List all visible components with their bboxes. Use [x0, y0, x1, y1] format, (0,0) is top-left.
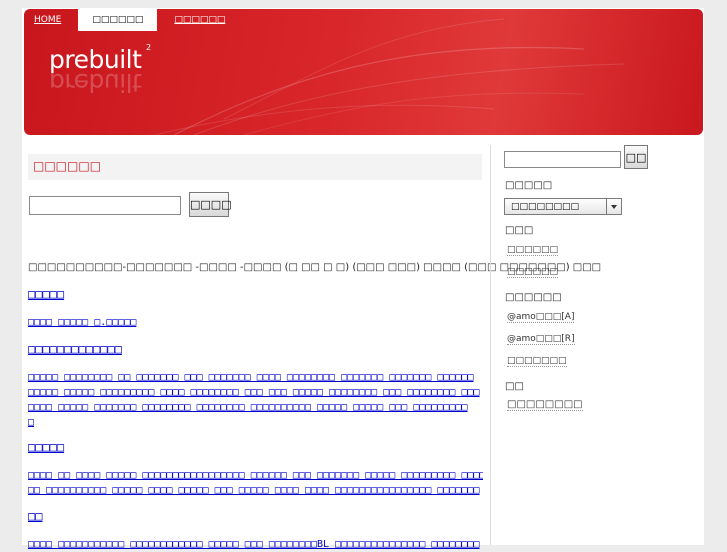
section-heading-link[interactable]: □□	[28, 509, 483, 524]
section-heading-link[interactable]: □□□□□□□□□□□□□	[28, 342, 483, 357]
link-line: □□□□□□□□□□□□□	[28, 342, 122, 356]
sidebar-section-heading: □□	[505, 381, 524, 392]
link-line: □□□□ □□□□□ □.□□□□□	[28, 317, 137, 328]
link-line: □□□□□ □□□□□□□□ □□ □□□□□□□ □□□ □□□□□□□ □□…	[28, 372, 474, 383]
sidebar-section-heading: □□□□□	[505, 180, 553, 191]
page-title: □□□□□□	[33, 159, 102, 173]
sidebar-link[interactable]: @amo□□□[A]	[507, 312, 575, 323]
link-line: □□	[28, 509, 43, 523]
chevron-down-icon[interactable]	[606, 199, 621, 214]
article-link[interactable]: □□□□ □□□□□ □.□□□□□	[28, 315, 483, 330]
main-search-input[interactable]	[29, 196, 181, 215]
section-heading-link[interactable]: □□□□□	[28, 287, 483, 302]
sidebar-link[interactable]: @amo□□□[R]	[507, 334, 575, 345]
sidebar-section-heading: □□□□□□	[505, 292, 562, 303]
top-nav: HOME □□□□□□ □□□□□□	[24, 9, 235, 31]
sidebar-select-value: □□□□□□□□	[511, 202, 580, 212]
nav-tab-other[interactable]: □□□□□□	[164, 9, 235, 31]
page-title-bar: □□□□□□	[28, 154, 482, 180]
link-line: □□□□ □□□□□ □□□□□□□ □□□□□□□□ □□□□□□□□ □□□…	[28, 402, 468, 413]
article-link[interactable]: □□□□ □□ □□□□ □□□□□ □□□□□□□□□□□□□□□□□ □□□…	[28, 468, 483, 498]
sidebar-link[interactable]: □□□□□□	[507, 245, 559, 256]
sidebar-link[interactable]: □□□□□□	[507, 267, 559, 278]
sidebar-link[interactable]: □□□□□□□□	[507, 399, 583, 411]
link-line: □□ □□□□□□□□□□ □□□□□ □□□□ □□□□□ □□□ □□□□□…	[28, 485, 480, 496]
sidebar-link[interactable]: □□□□□□□	[507, 356, 567, 367]
sidebar-search-input[interactable]	[504, 151, 621, 168]
sidebar-section-heading: □□□	[505, 225, 534, 236]
link-line: □□□□□ □□□□□ □□□□□□□□□ □□□□ □□□□□□□□ □□□ …	[28, 387, 480, 398]
page-description: □□□□□□□□□□-□□□□□□□ -□□□□ -□□□□ (□ □□ □ □…	[28, 262, 602, 273]
link-line: □	[28, 417, 35, 428]
sidebar-select[interactable]: □□□□□□□□	[504, 198, 622, 215]
sidebar-search-button[interactable]: □□	[624, 145, 648, 169]
sidebar-divider	[490, 145, 491, 545]
site-logo-reflection: prebuilt	[49, 68, 142, 97]
link-line: □□□□□	[28, 440, 65, 454]
link-line: □□□□ □□ □□□□ □□□□□ □□□□□□□□□□□□□□□□□ □□□…	[28, 470, 483, 481]
nav-tab-active[interactable]: □□□□□□	[78, 9, 158, 31]
section-heading-link[interactable]: □□□□□	[28, 440, 483, 455]
article-link[interactable]: □□□□□ □□□□□□□□ □□ □□□□□□□ □□□ □□□□□□□ □□…	[28, 370, 483, 430]
main-search-button[interactable]: □□□□	[189, 192, 232, 217]
nav-home-link[interactable]: HOME	[24, 9, 71, 31]
site-logo-superscript: 2	[146, 43, 151, 52]
link-line: □□□□□	[28, 287, 65, 301]
